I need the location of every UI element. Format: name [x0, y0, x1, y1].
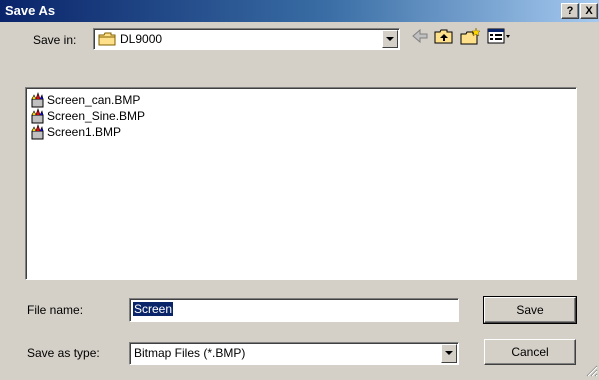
file-name-label: Screen_Sine.BMP — [47, 109, 146, 123]
back-arrow-icon[interactable] — [411, 27, 429, 48]
list-item[interactable]: Screen1.BMP — [29, 124, 121, 140]
resize-grip-icon[interactable] — [586, 365, 598, 377]
view-menu-icon[interactable] — [487, 27, 511, 48]
window-title: Save As — [5, 3, 56, 18]
title-bar[interactable]: Save As ? X — [0, 0, 599, 22]
file-name-label: File name: — [27, 303, 84, 317]
bitmap-file-icon — [29, 108, 45, 124]
save-as-type-dropdown-arrow[interactable] — [441, 344, 457, 363]
file-list[interactable]: Screen_can.BMP Screen_Sine.BMP Screen1.B… — [25, 87, 577, 280]
folder-icon — [98, 32, 116, 46]
file-name-input[interactable]: Screen — [129, 298, 459, 322]
up-one-level-icon[interactable] — [434, 27, 454, 48]
save-in-value: DL9000 — [120, 32, 163, 46]
file-name-value: Screen — [133, 302, 174, 316]
file-name-label: Screen1.BMP — [47, 125, 122, 139]
save-as-type-label: Save as type: — [27, 346, 100, 360]
close-button[interactable]: X — [580, 3, 598, 19]
save-as-type-value: Bitmap Files (*.BMP) — [134, 346, 246, 360]
save-in-dropdown-arrow[interactable] — [382, 30, 398, 48]
bitmap-file-icon — [29, 92, 45, 108]
list-item[interactable]: Screen_can.BMP — [29, 92, 140, 108]
file-name-label: Screen_can.BMP — [47, 93, 141, 107]
cancel-button[interactable]: Cancel — [484, 339, 576, 365]
save-button[interactable]: Save — [483, 296, 577, 324]
new-folder-icon[interactable] — [460, 27, 482, 48]
list-item[interactable]: Screen_Sine.BMP — [29, 108, 145, 124]
save-as-type-dropdown[interactable]: Bitmap Files (*.BMP) — [129, 342, 459, 365]
bitmap-file-icon — [29, 124, 45, 140]
save-in-dropdown[interactable]: DL9000 — [93, 28, 400, 50]
save-in-label: Save in: — [33, 33, 77, 47]
help-button[interactable]: ? — [561, 3, 579, 19]
